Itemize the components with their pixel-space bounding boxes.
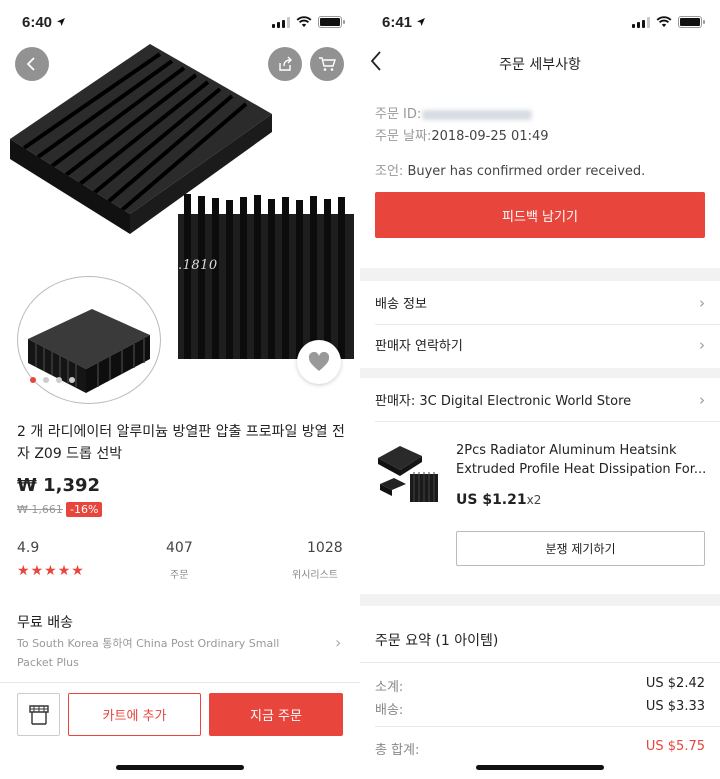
orders-count: 407 xyxy=(166,540,193,556)
zoom-thumbnail xyxy=(17,276,161,404)
order-status-label: 조언: xyxy=(375,164,404,179)
wifi-icon xyxy=(656,16,672,27)
cart-button[interactable] xyxy=(310,47,344,81)
seller-row[interactable]: 판매자: 3C Digital Electronic World Store › xyxy=(375,390,705,410)
rating-value: 4.9 xyxy=(17,540,40,556)
wishlist-count: 1028 xyxy=(307,540,343,556)
heatsink-image-second xyxy=(178,194,354,359)
shipping-info-label: 배송 정보 xyxy=(375,297,427,312)
leave-feedback-button[interactable]: 피드백 남기기 xyxy=(375,192,705,238)
order-id-label: 주문 ID: xyxy=(375,107,422,122)
back-button[interactable] xyxy=(15,47,49,81)
pagination-dot xyxy=(43,377,49,383)
status-bar: 6:41 xyxy=(360,0,720,44)
order-info-section: 주문 ID: 주문 날짜:2018-09-25 01:49 조언: Buyer … xyxy=(360,90,720,268)
star-icon: ★ xyxy=(71,563,84,579)
product-title: 2 개 라디에이터 알루미늄 방열판 압출 프로파일 방열 전자 Z09 드롭 … xyxy=(17,424,345,462)
product-name[interactable]: 2Pcs Radiator Aluminum Heatsink Extruded… xyxy=(456,441,708,479)
pagination-dot-active xyxy=(30,377,36,383)
store-icon xyxy=(28,704,49,725)
total-row: 총 합계: US $5.75 xyxy=(375,739,705,758)
page-title: 주문 세부사항 xyxy=(499,57,581,73)
seller-name: 판매자: 3C Digital Electronic World Store xyxy=(375,394,632,409)
wishlist-label: 위시리스트 xyxy=(292,570,338,581)
divider xyxy=(375,421,720,422)
signal-icon xyxy=(272,16,290,28)
shopping-cart-icon xyxy=(319,57,336,71)
product-quantity: x2 xyxy=(526,493,542,507)
shipping-cost-value: US $3.33 xyxy=(645,699,705,714)
contact-seller-row[interactable]: 판매자 연락하기 › xyxy=(375,335,705,355)
status-time: 6:40 xyxy=(22,13,53,31)
discount-badge: -16% xyxy=(66,502,103,517)
shipping-info-row[interactable]: 배송 정보 › xyxy=(375,293,705,313)
star-icon: ★ xyxy=(17,563,30,579)
order-date-value: 2018-09-25 01:49 xyxy=(431,129,549,144)
shipping-cost-row: 배송: US $3.33 xyxy=(375,699,705,718)
total-label: 총 합계: xyxy=(375,743,420,758)
wishlist-button[interactable] xyxy=(297,340,341,384)
order-header: 6:41 주문 세부사항 xyxy=(360,0,720,90)
share-icon xyxy=(279,56,292,71)
summary-title: 주문 요약 (1 아이템) xyxy=(375,633,499,649)
wifi-icon xyxy=(296,16,312,27)
product-price-value: US $1.21 xyxy=(456,492,527,508)
chevron-left-icon xyxy=(26,57,35,71)
product-price: US $1.21x2 xyxy=(456,492,541,508)
total-value: US $5.75 xyxy=(645,739,705,754)
share-button[interactable] xyxy=(268,47,302,81)
contact-seller-label: 판매자 연락하기 xyxy=(375,339,463,354)
rating-stars: ★ ★ ★ ★ ★ xyxy=(17,563,84,579)
product-name-line1: 2Pcs Radiator Aluminum Heatsink xyxy=(456,443,677,458)
divider xyxy=(375,324,720,325)
location-arrow-icon xyxy=(417,18,426,26)
orders-label: 주문 xyxy=(170,570,189,581)
order-status-value: Buyer has confirmed order received. xyxy=(407,164,646,179)
home-indicator xyxy=(116,765,244,770)
order-summary-section: 주문 요약 (1 아이템) 소계: US $2.42 배송: US $3.33 … xyxy=(360,606,720,779)
status-bar: 6:40 xyxy=(0,0,360,44)
chevron-right-icon: › xyxy=(335,633,342,652)
subtotal-label: 소계: xyxy=(375,680,404,695)
product-screen: 6:40 Store No.1810 2 개 라디에이터 알루미늄 방열판 압출… xyxy=(0,0,360,779)
battery-icon xyxy=(678,16,705,28)
shipping-desc: To South Korea 통하여 China Post Ordinary S… xyxy=(17,637,280,669)
original-price: ₩ 1,661 xyxy=(17,503,63,516)
battery-icon xyxy=(318,16,345,28)
shipping-cost-label: 배송: xyxy=(375,703,404,718)
order-id-redacted xyxy=(422,109,533,120)
add-to-cart-button[interactable]: 카트에 추가 xyxy=(68,693,201,736)
chevron-right-icon: › xyxy=(699,390,705,409)
order-details-screen: 6:41 주문 세부사항 주문 ID: 주문 날짜:2018-09-25 01:… xyxy=(360,0,720,779)
divider xyxy=(360,662,720,663)
status-time: 6:41 xyxy=(382,13,413,31)
open-dispute-button[interactable]: 분쟁 제기하기 xyxy=(456,531,705,566)
star-icon: ★ xyxy=(30,563,44,579)
pagination-dot xyxy=(69,377,75,383)
chevron-right-icon: › xyxy=(699,335,705,354)
subtotal-value: US $2.42 xyxy=(645,676,705,691)
item-section: 판매자: 3C Digital Electronic World Store ›… xyxy=(360,378,720,594)
order-links-section: 배송 정보 › 판매자 연락하기 › xyxy=(360,281,720,368)
shipping-title: 무료 배송 xyxy=(17,615,73,631)
location-arrow-icon xyxy=(57,18,66,26)
gallery-pagination xyxy=(30,377,75,383)
heatsink-thumbnail-image xyxy=(28,309,150,393)
home-indicator xyxy=(476,765,604,770)
product-name-line2: Extruded Profile Heat Dissipation For... xyxy=(456,462,707,477)
subtotal-row: 소계: US $2.42 xyxy=(375,676,705,695)
pagination-dot xyxy=(56,377,62,383)
signal-icon xyxy=(632,16,650,28)
star-icon: ★ xyxy=(44,563,57,579)
product-price: ₩ 1,392 xyxy=(17,475,101,496)
buy-now-button[interactable]: 지금 주문 xyxy=(209,693,343,736)
star-icon: ★ xyxy=(57,563,71,579)
heart-icon xyxy=(308,352,330,371)
watermark-text: Store No.1810 xyxy=(115,258,218,273)
chevron-right-icon: › xyxy=(699,293,705,312)
store-button[interactable] xyxy=(17,693,60,736)
order-date-label: 주문 날짜: xyxy=(375,129,432,144)
product-thumbnail[interactable] xyxy=(376,440,442,506)
divider xyxy=(375,726,720,727)
